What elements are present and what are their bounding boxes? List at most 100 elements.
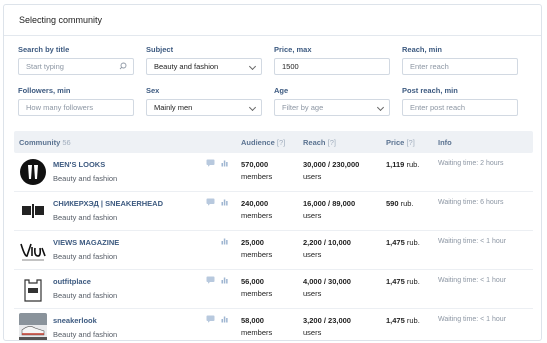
col-reach[interactable]: Reach [?] (303, 138, 336, 147)
table-row[interactable]: СНИКЕРХЭД | SNEAKERHEAD Beauty and fashi… (14, 192, 533, 231)
search-placeholder: Start typing (26, 62, 64, 71)
audience-cell: 240,000 members (241, 198, 272, 222)
community-avatar[interactable] (19, 157, 47, 187)
community-name[interactable]: СНИКЕРХЭД | SNEAKERHEAD (53, 199, 163, 208)
reach-value: 4,000 / 30,000 (303, 277, 351, 286)
stats-icon[interactable] (220, 276, 229, 284)
reach-cell: 16,000 / 89,000 users (303, 198, 355, 222)
community-name[interactable]: VIEWS MAGAZINE (53, 238, 119, 247)
audience-cell: 56,000 members (241, 276, 272, 300)
search-icon (119, 59, 127, 79)
filter-followers-min: Followers, min How many followers (18, 86, 134, 116)
price-max-value: 1500 (282, 62, 299, 71)
col-info: Info (438, 138, 452, 147)
filter-age: Age Filter by age (274, 86, 390, 116)
stats-icon[interactable] (220, 159, 229, 167)
reach-value: 3,200 / 23,000 (303, 316, 351, 325)
waiting-time: Waiting time: < 1 hour (438, 316, 507, 323)
chevron-down-icon (376, 103, 385, 112)
col-price[interactable]: Price [?] (386, 138, 415, 147)
age-placeholder: Filter by age (282, 103, 324, 112)
price-unit: rub. (406, 277, 420, 286)
followers-min-input[interactable]: How many followers (18, 99, 134, 116)
sex-select[interactable]: Mainly men (146, 99, 262, 116)
audience-value: 570,000 (241, 160, 269, 169)
community-name[interactable]: outfitplace (53, 277, 91, 286)
community-name[interactable]: MEN'S LOOKS (53, 160, 105, 169)
audience-unit: members (241, 211, 273, 220)
price-help[interactable]: [?] (406, 138, 414, 147)
message-icon[interactable] (206, 315, 215, 323)
price-unit: rub. (400, 199, 414, 208)
community-avatar[interactable] (19, 196, 47, 226)
post-reach-min-input[interactable]: Enter post reach (402, 99, 518, 116)
waiting-time: Waiting time: 2 hours (438, 160, 504, 167)
community-selection-panel: Selecting community Search by title Star… (3, 4, 542, 341)
community-category: Beauty and fashion (53, 252, 118, 261)
col-audience[interactable]: Audience [?] (241, 138, 285, 147)
search-input[interactable]: Start typing (18, 58, 134, 75)
audience-cell: 570,000 members (241, 159, 272, 183)
reach-value: 30,000 / 230,000 (303, 160, 360, 169)
stats-icon[interactable] (220, 237, 229, 245)
waiting-time: Waiting time: < 1 hour (438, 238, 507, 245)
sex-value: Mainly men (154, 103, 193, 112)
filter-label: Price, max (274, 45, 312, 54)
audience-value: 58,000 (241, 316, 264, 325)
table-row[interactable]: VIEWS MAGAZINE Beauty and fashion 25,000… (14, 231, 533, 270)
filter-search-by-title: Search by title Start typing (18, 45, 134, 75)
price-unit: rub. (406, 316, 420, 325)
filter-reach-min: Reach, min Enter reach (402, 45, 518, 75)
reach-min-input[interactable]: Enter reach (402, 58, 518, 75)
price-value: 1,475 (386, 316, 405, 325)
reach-cell: 30,000 / 230,000 users (303, 159, 359, 183)
community-category: Beauty and fashion (53, 213, 118, 222)
table-row[interactable]: sneakerlook Beauty and fashion 58,000 mem… (14, 309, 533, 340)
reach-help[interactable]: [?] (328, 138, 336, 147)
price-cell: 590 rub. (386, 199, 414, 208)
community-avatar[interactable] (19, 313, 47, 340)
audience-help[interactable]: [?] (277, 138, 285, 147)
col-price-label: Price (386, 138, 405, 147)
reach-unit: users (303, 172, 322, 181)
price-value: 590 (386, 199, 399, 208)
subject-select[interactable]: Beauty and fashion (146, 58, 262, 75)
stats-icon[interactable] (220, 198, 229, 206)
message-icon[interactable] (206, 276, 215, 284)
reach-value: 2,200 / 10,000 (303, 238, 351, 247)
table-row[interactable]: outfitplace Beauty and fashion 56,000 mem… (14, 270, 533, 309)
community-name[interactable]: sneakerlook (53, 316, 97, 325)
community-avatar[interactable] (19, 274, 47, 304)
filter-label: Subject (146, 45, 174, 54)
reach-cell: 2,200 / 10,000 users (303, 237, 351, 261)
filter-subject: Subject Beauty and fashion (146, 45, 262, 75)
table-row[interactable]: MEN'S LOOKS Beauty and fashion 570,000 me… (14, 153, 533, 192)
message-icon[interactable] (206, 159, 215, 167)
col-reach-label: Reach (303, 138, 326, 147)
community-category: Beauty and fashion (53, 291, 118, 300)
filter-label: Age (274, 86, 289, 95)
filter-post-reach-min: Post reach, min Enter post reach (402, 86, 518, 116)
audience-cell: 58,000 members (241, 315, 272, 339)
community-table: Community 56 Audience [?] Reach [?] Pric… (14, 131, 533, 340)
filter-row-1: Search by title Start typing Subject Bea… (18, 45, 528, 82)
col-community[interactable]: Community 56 (19, 138, 71, 147)
reach-unit: users (303, 328, 322, 337)
price-max-input[interactable]: 1500 (274, 58, 390, 75)
community-count: 56 (62, 138, 71, 147)
stats-icon[interactable] (220, 315, 229, 323)
audience-value: 25,000 (241, 238, 264, 247)
message-icon[interactable] (206, 198, 215, 206)
audience-unit: members (241, 328, 273, 337)
filter-label: Sex (146, 86, 160, 95)
reach-cell: 4,000 / 30,000 users (303, 276, 351, 300)
followers-min-placeholder: How many followers (26, 103, 94, 112)
audience-unit: members (241, 289, 273, 298)
table-header: Community 56 Audience [?] Reach [?] Pric… (14, 131, 533, 153)
price-value: 1,475 (386, 277, 405, 286)
filter-label: Post reach, min (402, 86, 458, 95)
community-avatar[interactable] (19, 235, 47, 265)
reach-cell: 3,200 / 23,000 users (303, 315, 351, 339)
age-select[interactable]: Filter by age (274, 99, 390, 116)
reach-unit: users (303, 250, 322, 259)
